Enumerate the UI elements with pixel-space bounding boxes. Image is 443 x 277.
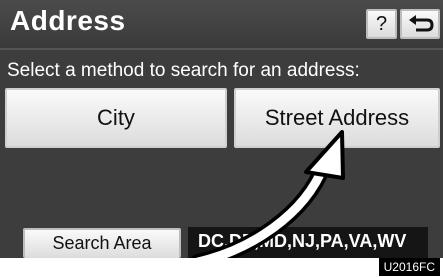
navigation-screen: Address ? Select a method to search for … bbox=[0, 0, 443, 258]
curved-arrow-icon bbox=[191, 130, 345, 258]
figure-code: U2016FC bbox=[378, 258, 440, 276]
